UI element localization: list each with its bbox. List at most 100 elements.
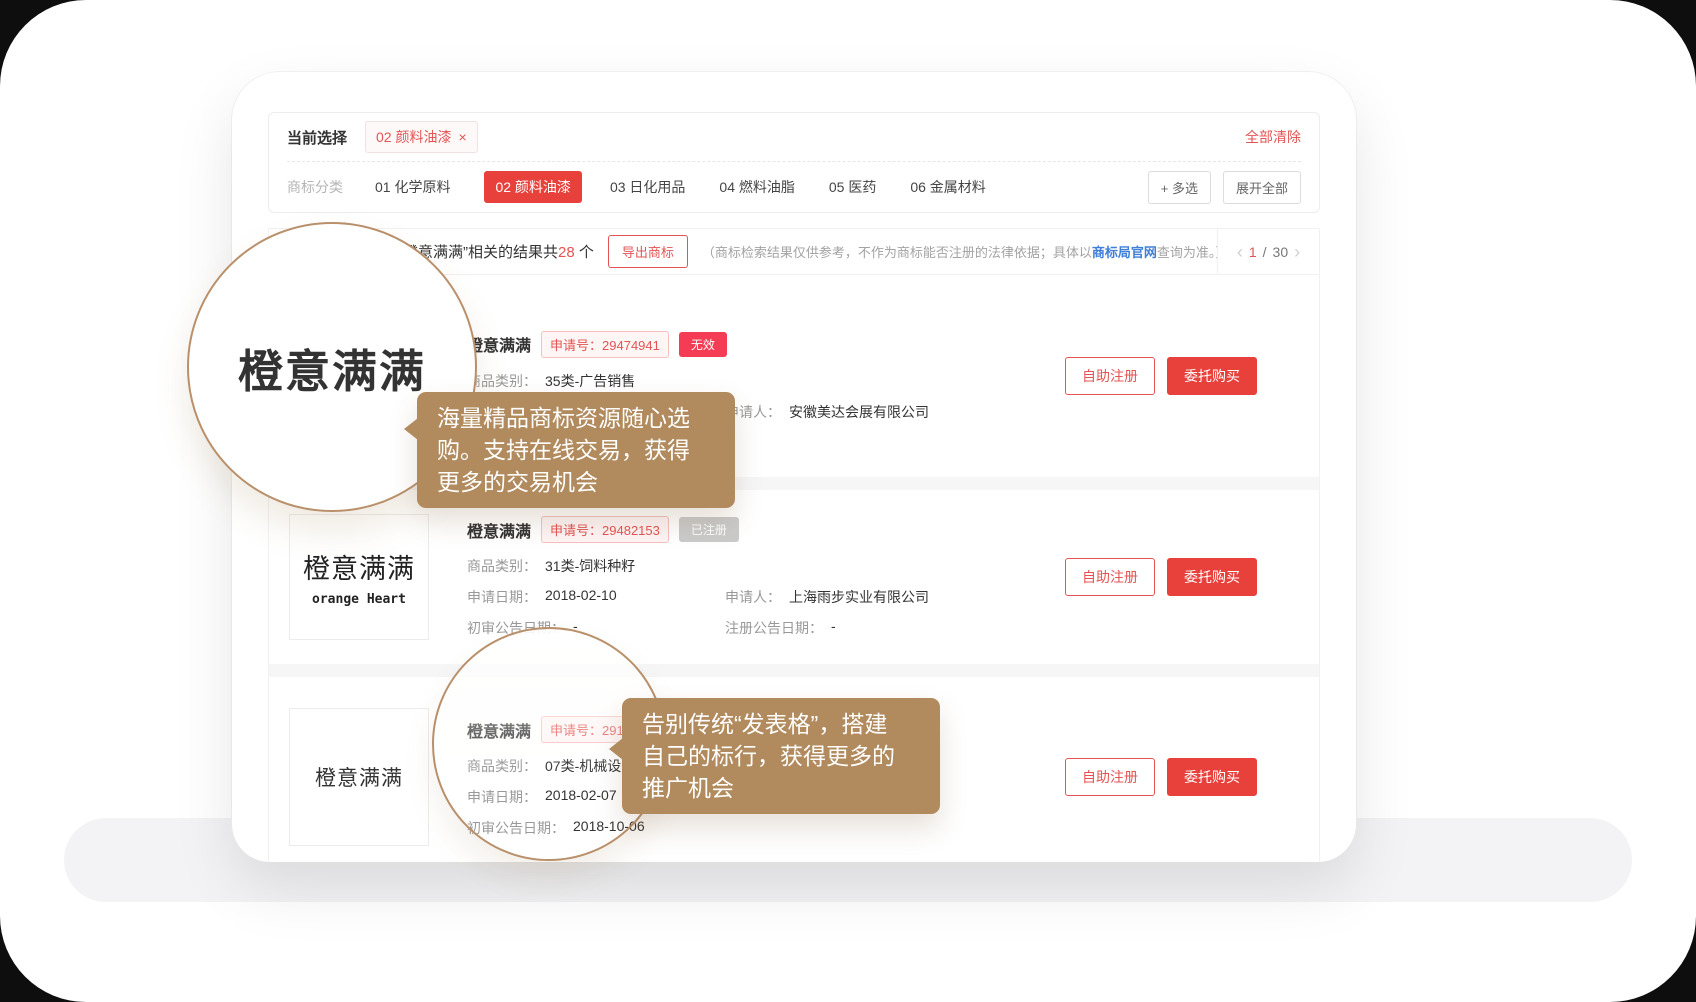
expand-all-button[interactable]: 展开全部 [1223,171,1301,204]
application-number: 29482153 [602,523,660,538]
total-pages: 30 [1273,244,1289,260]
tab-05-medicine[interactable]: 05 医药 [829,177,876,197]
field-value: 2018-10-06 [573,818,645,838]
field-label: 初审公告日期： [467,818,565,838]
title-row: 橙意满满 申请号：29474941 无效 [467,331,1045,358]
reg-notice-pair: 注册公告日期：- [725,618,836,638]
trademark-name: 橙意满满 [467,332,531,356]
pagination: ‹ 1 / 30 › [1217,229,1319,274]
field-value: 35类-广告销售 [545,371,635,391]
disclaimer-text: （商标检索结果仅供参考，不作为商标能否注册的法律依据；具体以商标局官网查询为准。… [702,242,1217,261]
card-actions: 自助注册 委托购买 [1065,758,1257,796]
field-value: 31类-饲料种籽 [545,556,635,576]
tooltip-line: 购。支持在线交易，获得 [437,434,715,466]
application-number-label: 申请号： [550,723,602,738]
self-register-button[interactable]: 自助注册 [1065,558,1155,596]
field-value: 上海雨步实业有限公司 [789,587,929,607]
application-number-chip: 申请号：29474941 [541,331,669,358]
field-label: 商品类别： [467,756,537,776]
tooltip-line: 海量精品商标资源随心选 [437,402,715,434]
trademark-name: 橙意满满 [467,718,531,742]
field-value: - [831,618,836,638]
tooltip-line: 更多的交易机会 [437,466,715,498]
current-page: 1 [1249,244,1257,260]
trademark-image-text: 橙意满满 [315,762,403,792]
disclaimer-prefix: （商标检索结果仅供参考，不作为商标能否注册的法律依据；具体以 [702,245,1092,260]
tooltip-arrow-icon [404,418,418,440]
card-actions: 自助注册 委托购买 [1065,357,1257,395]
application-number-label: 申请号： [550,338,602,353]
chip-label: 02 颜料油漆 [376,127,451,147]
tab-04-fuel[interactable]: 04 燃料油脂 [719,177,794,197]
category-tabs-row: 商标分类 01 化学原料 02 颜料油漆 03 日化用品 04 燃料油脂 05 … [287,162,1301,212]
category-bar-label: 商标分类 [287,177,343,197]
status-badge-registered: 已注册 [679,517,739,542]
info-row: 商品类别： 31类-饲料种籽 [467,556,1045,576]
tooltip-promotion: 告别传统“发表格”，搭建 自己的标行，获得更多的 推广机会 [622,698,940,814]
application-number: 29474941 [602,338,660,353]
tooltip-line: 自己的标行，获得更多的 [642,740,920,772]
disclaimer-suffix: 查询为准。） [1157,245,1217,260]
info-row: 初审公告日期： 2018-10-06 [467,818,1045,838]
application-number-chip: 申请号：29482153 [541,516,669,543]
current-selection-row: 当前选择 02 颜料油漆 × 全部清除 [287,113,1301,161]
tab-06-metal[interactable]: 06 金属材料 [910,177,985,197]
official-site-link[interactable]: 商标局官网 [1092,245,1157,260]
results-count: 28 [558,244,575,261]
self-register-button[interactable]: 自助注册 [1065,758,1155,796]
selected-filter-chip[interactable]: 02 颜料油漆 × [365,121,478,153]
export-trademarks-button[interactable]: 导出商标 [608,235,688,268]
field-label: 商品类别： [467,371,537,391]
entrust-purchase-button[interactable]: 委托购买 [1167,357,1257,395]
field-label: 初审公告日期： [467,618,565,638]
category-pair: 商品类别： 35类-广告销售 [467,371,635,391]
apply-date-pair: 申请日期： 2018-02-10 [467,587,725,607]
tooltip-marketplace: 海量精品商标资源随心选 购。支持在线交易，获得 更多的交易机会 [417,392,735,508]
status-badge-invalid: 无效 [679,332,727,357]
field-label: 申请日期： [467,587,537,607]
card-gap [269,664,1319,677]
trademark-image-3: 橙意满满 [289,708,429,846]
card-actions: 自助注册 委托购买 [1065,558,1257,596]
field-label: 注册公告日期： [725,618,823,638]
tab-01-chemical[interactable]: 01 化学原料 [375,177,450,197]
info-row: 初审公告日期：- 注册公告日期：- [467,618,1045,638]
next-page-icon[interactable]: › [1294,243,1300,261]
clear-all-link[interactable]: 全部清除 [1245,127,1301,147]
entrust-purchase-button[interactable]: 委托购买 [1167,558,1257,596]
magnified-trademark-text: 橙意满满 [238,335,426,400]
tooltip-arrow-icon [609,738,623,760]
info-row: 申请日期： 2018-02-10 申请人： 上海雨步实业有限公司 [467,587,1045,607]
title-row: 橙意满满 申请号：29482153 已注册 [467,516,1045,543]
application-number-label: 申请号： [550,523,602,538]
trademark-image-subtext: orange Heart [312,592,406,607]
self-register-button[interactable]: 自助注册 [1065,357,1155,395]
applicant-pair: 申请人：安徽美达会展有限公司 [725,402,929,422]
chip-close-icon[interactable]: × [458,129,466,145]
field-label: 申请日期： [467,787,537,807]
filter-panel: 当前选择 02 颜料油漆 × 全部清除 商标分类 01 化学原料 02 颜料油漆… [268,112,1320,213]
trademark-name: 橙意满满 [467,518,531,542]
card-body: 橙意满满 申请号：29482153 已注册 商品类别： 31类-饲料种籽 申请日期… [467,516,1045,638]
applicant-pair: 申请人： 上海雨步实业有限公司 [725,587,929,607]
field-value: 2018-02-10 [545,587,617,607]
page-separator: / [1263,244,1267,260]
current-selection-label: 当前选择 [287,127,347,148]
prev-page-icon[interactable]: ‹ [1237,243,1243,261]
trademark-image-2: 橙意满满 orange Heart [289,514,429,640]
field-value: 安徽美达会展有限公司 [789,402,929,422]
field-value: 2018-02-07 [545,787,617,807]
multi-select-button[interactable]: + 多选 [1148,171,1211,204]
summary-unit: 个 [575,244,594,261]
tab-02-paint-active[interactable]: 02 颜料油漆 [484,171,581,203]
tab-03-daily-chemical[interactable]: 03 日化用品 [610,177,685,197]
first-notice-pair: 初审公告日期：- [467,618,725,638]
field-label: 申请人： [725,587,781,607]
field-value: - [573,618,578,638]
tooltip-line: 告别传统“发表格”，搭建 [642,708,920,740]
field-label: 商品类别： [467,556,537,576]
trademark-image-text: 橙意满满 [303,547,415,586]
tooltip-line: 推广机会 [642,772,920,804]
entrust-purchase-button[interactable]: 委托购买 [1167,758,1257,796]
category-pair: 商品类别： 31类-饲料种籽 [467,556,635,576]
